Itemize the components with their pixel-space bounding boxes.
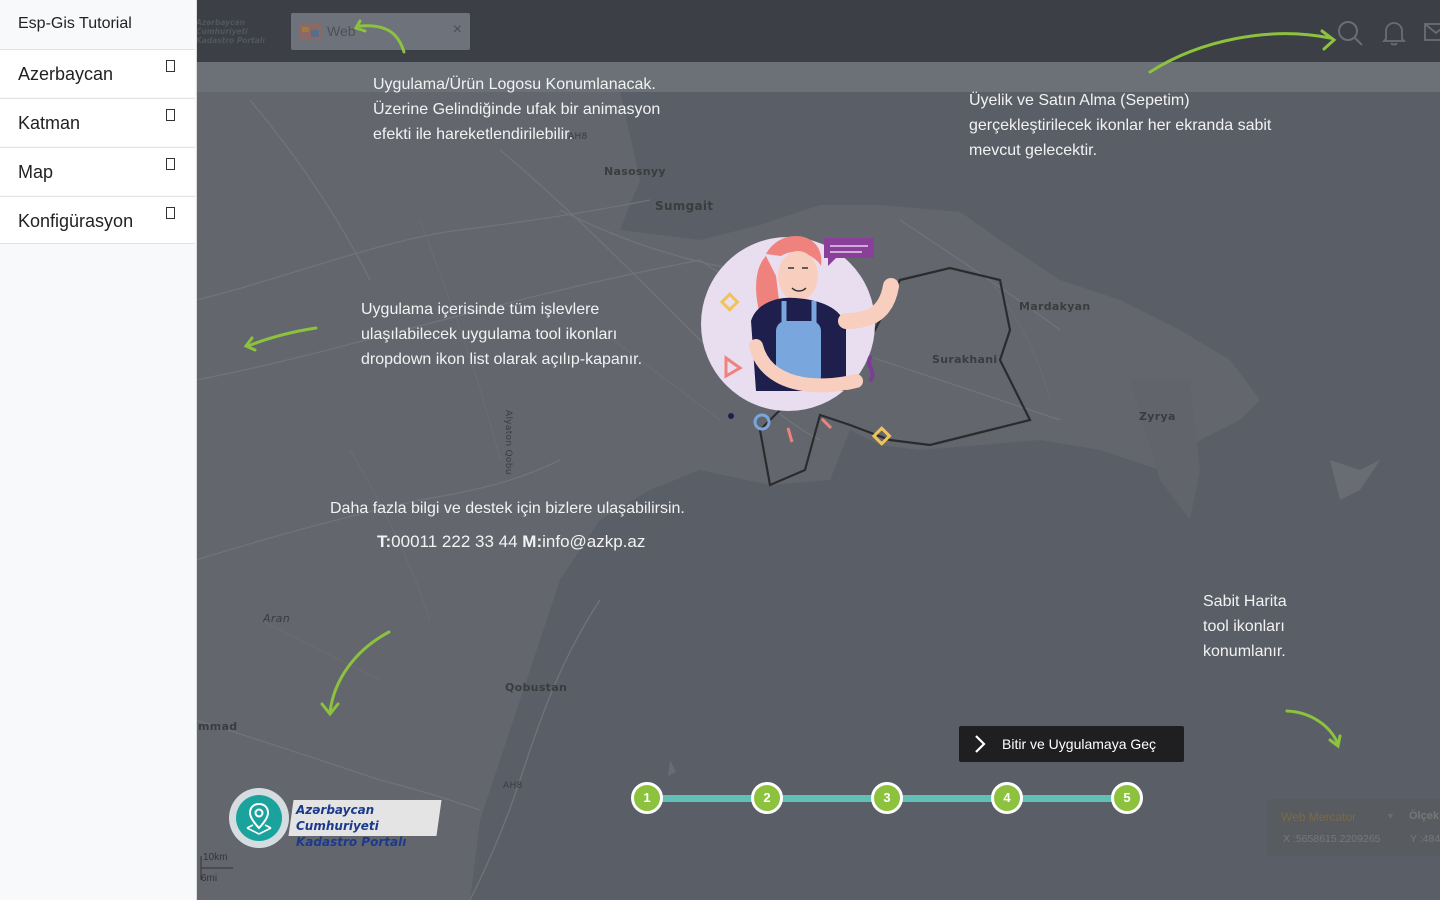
sidebar-item-map[interactable]: Map bbox=[0, 147, 195, 195]
membership-note-line: Üyelik ve Satın Alma (Sepetim) bbox=[969, 92, 1190, 109]
finish-tutorial-button[interactable]: Bitir ve Uygulamaya Geç bbox=[959, 726, 1184, 762]
portal-logo-line2: Kadastro Portalı bbox=[296, 835, 407, 849]
support-illustration bbox=[701, 235, 899, 446]
map-tools-note-line: Sabit Harita bbox=[1203, 593, 1287, 610]
step-3[interactable]: 3 bbox=[871, 782, 903, 814]
tools-note-line: dropdown ikon list olarak açılıp-kapanır… bbox=[361, 351, 643, 368]
step-4[interactable]: 4 bbox=[991, 782, 1023, 814]
logo-note: Uygulama/Ürün Logosu Konumlanacak. Üzeri… bbox=[373, 72, 660, 147]
sidebar-item-label: Azerbaycan bbox=[18, 64, 114, 84]
tools-note-line: Uygulama içerisinde tüm işlevlere bbox=[361, 301, 600, 318]
arrow-to-icons-head bbox=[1320, 29, 1337, 51]
expand-icon[interactable] bbox=[166, 60, 175, 72]
arrow-to-sidebar bbox=[246, 326, 318, 348]
logo-note-line: Üzerine Gelindiğinde ufak bir animasyon bbox=[373, 101, 661, 118]
logo-note-line: efekti ile hareketlendirilebilir. bbox=[373, 126, 574, 143]
mail-address[interactable]: info@azkp.az bbox=[542, 532, 645, 551]
mail-label: M: bbox=[522, 532, 543, 551]
logo-note-line: Uygulama/Ürün Logosu Konumlanacak. bbox=[373, 76, 656, 93]
x-coordinate: X :5658615.2209265 bbox=[1283, 833, 1381, 845]
sidebar-item-konfigurasyon[interactable]: Konfigürasyon bbox=[0, 196, 195, 244]
y-coordinate: Y :484 bbox=[1410, 833, 1440, 845]
tools-note-line: ulaşılabilecek uygulama tool ikonları bbox=[361, 326, 618, 343]
arrow-to-logo bbox=[358, 24, 406, 54]
contact-text: Daha fazla bilgi ve destek için bizlere … bbox=[330, 500, 685, 517]
arrow-to-logo-bottom bbox=[328, 630, 391, 714]
sidebar-item-label: Konfigürasyon bbox=[18, 211, 134, 231]
sidebar-item-katman[interactable]: Katman bbox=[0, 98, 195, 146]
projection-panel: Web Mercator ▼ Ölçek X :5658615.2209265 … bbox=[1267, 799, 1440, 856]
membership-note-line: mevcut gelecektir. bbox=[969, 142, 1098, 159]
phone-number[interactable]: 00011 222 33 44 bbox=[391, 532, 517, 551]
membership-note-line: gerçekleştirilecek ikonlar her ekranda s… bbox=[969, 117, 1272, 134]
portal-logo-text: Azərbaycan Cumhuriyeti Kadastro Portalı bbox=[296, 802, 441, 850]
scale-mi-label: 6mi bbox=[201, 873, 218, 884]
sidebar-item-label: Map bbox=[18, 162, 54, 182]
app-title: Esp-Gis Tutorial bbox=[18, 15, 132, 32]
portal-logo-line1: Azərbaycan Cumhuriyeti bbox=[296, 803, 379, 833]
expand-icon[interactable] bbox=[166, 109, 175, 121]
portal-logo-badge bbox=[229, 788, 289, 848]
map-tools-note-line: konumlanır. bbox=[1203, 643, 1286, 660]
step-5[interactable]: 5 bbox=[1111, 782, 1143, 814]
scale-km-label: 10km bbox=[203, 852, 228, 863]
contact-details: T:00011 222 33 44 M:info@azkp.az bbox=[377, 532, 645, 552]
sidebar: Esp-Gis Tutorial Azerbaycan Katman Map K… bbox=[0, 0, 197, 900]
step-1[interactable]: 1 bbox=[631, 782, 663, 814]
phone-label: T: bbox=[377, 532, 392, 551]
map-pin-icon bbox=[246, 802, 272, 835]
map-tools-note-line: tool ikonları bbox=[1203, 618, 1285, 635]
map-tools-note: Sabit Harita tool ikonları konumlanır. bbox=[1203, 589, 1287, 664]
finish-button-label: Bitir ve Uygulamaya Geç bbox=[1002, 736, 1157, 752]
sidebar-item-azerbaycan[interactable]: Azerbaycan bbox=[0, 49, 195, 97]
chevron-right-icon bbox=[975, 735, 986, 753]
membership-note: Üyelik ve Satın Alma (Sepetim) gerçekleş… bbox=[969, 88, 1271, 163]
sidebar-item-label: Katman bbox=[18, 113, 81, 133]
arrow-to-icons bbox=[1148, 32, 1332, 74]
tools-note: Uygulama içerisinde tüm işlevlere ulaşıl… bbox=[361, 297, 642, 372]
step-2[interactable]: 2 bbox=[751, 782, 783, 814]
expand-icon[interactable] bbox=[166, 207, 175, 219]
projection-select[interactable]: Web Mercator bbox=[1281, 810, 1356, 824]
chevron-down-icon[interactable]: ▼ bbox=[1386, 811, 1395, 821]
expand-icon[interactable] bbox=[166, 158, 175, 170]
portal-logo[interactable]: Azərbaycan Cumhuriyeti Kadastro Portalı bbox=[229, 788, 442, 850]
scale-label[interactable]: Ölçek bbox=[1409, 810, 1439, 822]
